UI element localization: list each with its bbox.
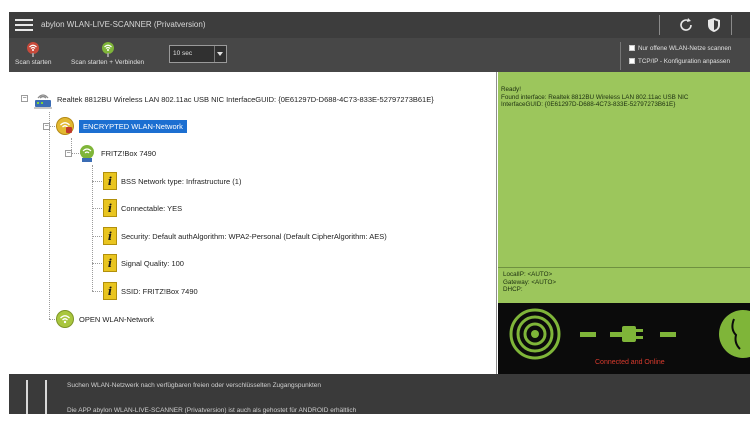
tree-detail[interactable]: i Connectable: YES — [103, 199, 182, 217]
dash — [660, 332, 676, 337]
collapse-toggle[interactable]: − — [21, 95, 28, 102]
info-icon: i — [103, 199, 117, 217]
log-line: InterfaceGUID: {0E61297D-D688-4C73-833E-… — [501, 101, 676, 109]
tree-detail[interactable]: i BSS Network type: Infrastructure (1) — [103, 172, 241, 190]
tree-line — [92, 263, 102, 264]
gateway-value: Gateway: <AUTO> — [503, 278, 557, 286]
info-icon: i — [103, 172, 117, 190]
option-tcpip-label: TCP/IP - Konfiguration anpassen — [638, 58, 730, 65]
footer-divider — [26, 380, 28, 414]
connection-graphic — [509, 308, 750, 360]
router-icon — [34, 94, 52, 109]
app-window: abylon WLAN-LIVE-SCANNER (Privatversion)… — [9, 12, 750, 414]
toolbar: Scan starten Scan starten + Verbinden 10… — [9, 38, 750, 72]
encrypted-network-label: ENCRYPTED WLAN-Network — [79, 119, 187, 133]
tree-node-open[interactable]: OPEN WLAN-Network — [55, 309, 154, 329]
info-icon: i — [103, 227, 117, 245]
scan-connect-label: Scan starten + Verbinden — [71, 59, 145, 66]
network-tree: − − − Realtek 8812BU Wireless LAN 802.11… — [9, 72, 497, 374]
tree-detail[interactable]: i SSID: FRITZ!Box 7490 — [103, 282, 198, 300]
checkbox[interactable] — [629, 58, 635, 65]
wifi-signal-icon — [80, 145, 94, 162]
dash — [580, 332, 596, 337]
tree-detail[interactable]: i Signal Quality: 100 — [103, 254, 184, 272]
option-tcpip[interactable]: TCP/IP - Konfiguration anpassen — [629, 58, 730, 65]
open-wifi-icon — [56, 310, 74, 328]
collapse-toggle[interactable]: − — [43, 123, 50, 130]
footer-bar: Suchen WLAN-Netzwerk nach verfügbaren fr… — [9, 374, 750, 414]
tree-line — [92, 291, 102, 292]
encrypted-wifi-icon — [56, 117, 74, 135]
scan-interval-value: 10 sec — [173, 50, 193, 57]
dhcp-value: DHCP: — [503, 286, 523, 294]
open-network-label: OPEN WLAN-Network — [79, 314, 155, 324]
title-bar: abylon WLAN-LIVE-SCANNER (Privatversion) — [9, 12, 750, 38]
scan-start-label: Scan starten — [15, 59, 52, 66]
detail-label: SSID: FRITZ!Box 7490 — [121, 286, 198, 296]
detail-label: Signal Quality: 100 — [121, 258, 184, 268]
status-text: Connected and Online — [595, 359, 665, 366]
app-title: abylon WLAN-LIVE-SCANNER (Privatversion) — [41, 20, 206, 29]
tree-detail[interactable]: i Security: Default authAlgorithm: WPA2-… — [103, 227, 387, 245]
wifi-rings-icon — [509, 308, 561, 360]
checkbox[interactable] — [629, 45, 635, 52]
connection-status: Connected and Online — [498, 303, 750, 374]
scan-wifi-icon — [27, 42, 40, 57]
log-line: Found interface: Realtek 8812BU Wireless… — [501, 93, 689, 101]
option-nearby-label: Nur offene WLAN-Netze scannen — [638, 45, 732, 52]
info-icon: i — [103, 254, 117, 272]
tree-line — [49, 112, 50, 319]
refresh-icon[interactable] — [677, 16, 695, 34]
log-output: Ready! Found interface: Realtek 8812BU W… — [501, 86, 745, 109]
detail-label: Security: Default authAlgorithm: WPA2-Pe… — [121, 231, 387, 241]
scan-start-button[interactable]: Scan starten — [15, 40, 52, 66]
localip-value: LocalIP: <AUTO> — [503, 271, 553, 278]
detail-label: Connectable: YES — [121, 203, 183, 213]
detail-label: BSS Network type: Infrastructure (1) — [121, 176, 242, 186]
dropdown-separator — [214, 46, 215, 62]
tree-line — [92, 181, 102, 182]
tree-node-adapter[interactable]: Realtek 8812BU Wireless LAN 802.11ac USB… — [33, 88, 434, 110]
title-separator — [659, 15, 660, 35]
info-icon: i — [103, 282, 117, 300]
footer-message: Suchen WLAN-Netzwerk nach verfügbaren fr… — [67, 382, 321, 389]
scan-connect-button[interactable]: Scan starten + Verbinden — [71, 40, 144, 66]
collapse-toggle[interactable]: − — [65, 150, 72, 157]
info-panel: Ready! Found interface: Realtek 8812BU W… — [498, 72, 750, 374]
tree-line — [92, 208, 102, 209]
tree-node-router[interactable]: FRITZ!Box 7490 — [77, 143, 156, 163]
menu-icon[interactable] — [15, 19, 33, 31]
scan-connect-icon — [101, 42, 114, 57]
scan-interval-select[interactable]: 10 sec — [169, 45, 227, 63]
footer-message-2: Die APP abylon WLAN-LIVE-SCANNER (Privat… — [67, 407, 357, 414]
tree-line — [92, 165, 93, 291]
log-line: Ready! — [501, 86, 521, 93]
plug-icon — [610, 326, 643, 342]
footer-divider — [45, 380, 47, 414]
network-config: LocalIP: <AUTO> Gateway: <AUTO> DHCP: — [498, 267, 750, 301]
chevron-down-icon — [217, 52, 223, 56]
option-nearby[interactable]: Nur offene WLAN-Netze scannen — [629, 45, 731, 52]
tree-line — [92, 236, 102, 237]
title-separator — [731, 15, 732, 35]
tree-node-encrypted[interactable]: ENCRYPTED WLAN-Network — [55, 116, 187, 136]
globe-icon — [719, 310, 750, 358]
adapter-label: Realtek 8812BU Wireless LAN 802.11ac USB… — [57, 94, 434, 104]
scan-options: Nur offene WLAN-Netze scannen TCP/IP - K… — [620, 42, 750, 70]
router-label: FRITZ!Box 7490 — [101, 148, 157, 158]
shield-icon[interactable] — [705, 16, 723, 34]
